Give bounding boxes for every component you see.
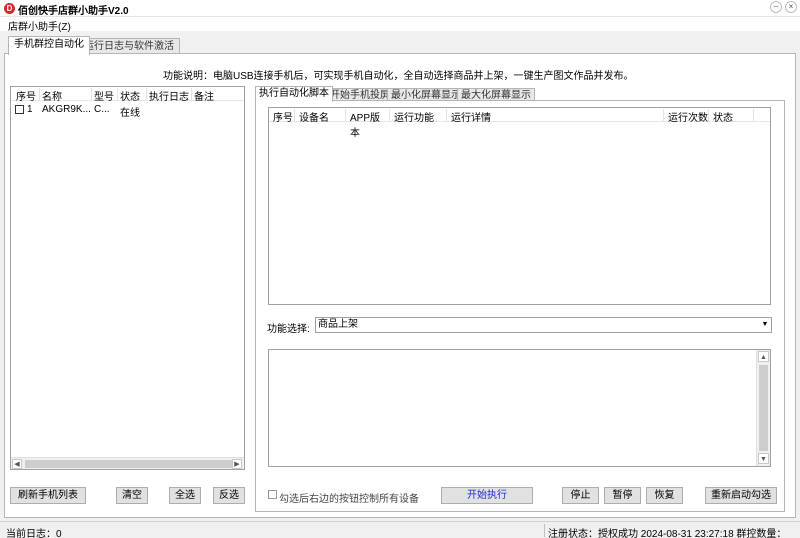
window-title: 佰创快手店群小助手V2.0 [18,6,129,17]
execution-table[interactable]: 序号 设备名 APP版本 运行功能 运行详情 运行次数 状态 [268,107,771,305]
function-select-value: 商品上架 [318,319,358,330]
control-all-checkbox[interactable] [268,490,277,499]
log-textarea[interactable]: ▲ ▼ [268,349,771,467]
start-execution-button[interactable]: 开始执行 [441,487,533,504]
device-row-model: C... [94,104,110,115]
exec-col-run-count[interactable]: 运行次数 [664,109,709,124]
feature-description: 功能说明：电脑USB连接手机后，可实现手机自动化，全自动选择商品并上架，一键生产… [163,71,634,82]
app-logo-icon: D [4,3,15,14]
log-vscrollbar[interactable]: ▲ ▼ [756,350,770,466]
stop-button[interactable]: 停止 [562,487,599,504]
restart-selected-button[interactable]: 重新启动勾选 [705,487,777,504]
column-header-status[interactable]: 状态 [118,88,147,103]
execution-table-header: 序号 设备名 APP版本 运行功能 运行详情 运行次数 状态 [269,108,770,139]
column-header-model[interactable]: 型号 [92,88,118,103]
scroll-up-icon[interactable]: ▲ [758,351,769,362]
menu-item-main[interactable]: 店群小助手(Z) [8,18,71,33]
invert-selection-button[interactable]: 反选 [213,487,245,504]
column-header-index[interactable]: 序号 [14,88,40,103]
device-list-header: 序号 名称 型号 状态 执行日志 备注 [11,87,244,103]
scroll-down-icon[interactable]: ▼ [758,453,769,464]
select-all-button[interactable]: 全选 [169,487,201,504]
registration-status: 注册状态：授权成功 2024-08-31 23:27:18 群控数量：1001台 [548,529,787,538]
exec-col-index[interactable]: 序号 [269,109,295,124]
exec-col-function[interactable]: 运行功能 [390,109,447,124]
device-list-hscrollbar[interactable]: ◀ ▶ [11,457,244,469]
exec-col-status[interactable]: 状态 [709,109,754,124]
status-divider [544,524,545,537]
function-select-label: 功能选择: [267,324,310,335]
close-button[interactable]: × [785,1,797,13]
exec-col-details[interactable]: 运行详情 [447,109,664,124]
scroll-right-icon[interactable]: ▶ [232,459,242,469]
current-log-status: 当前日志：0 [6,529,62,538]
scroll-thumb[interactable] [25,460,232,468]
clear-button[interactable]: 清空 [116,487,148,504]
exec-col-device[interactable]: 设备名 [295,109,346,124]
scroll-left-icon[interactable]: ◀ [12,459,22,469]
device-list[interactable]: 序号 名称 型号 状态 执行日志 备注 1 AKGR9K... C... 在线 … [10,86,245,470]
column-header-name[interactable]: 名称 [40,88,92,103]
dropdown-arrow-icon[interactable]: ▼ [759,318,771,332]
device-row-name: AKGR9K... [42,104,91,115]
menu-bar: 店群小助手(Z) [0,17,800,33]
exec-col-app-version[interactable]: APP版本 [346,109,390,139]
title-bar: D 佰创快手店群小助手V2.0 – × [0,0,800,17]
tab-run-script[interactable]: 执行自动化脚本 [255,86,333,102]
column-header-log[interactable]: 执行日志 [147,88,192,103]
control-all-label: 勾选后右边的按钮控制所有设备 [279,494,419,505]
column-header-note[interactable]: 备注 [192,88,242,103]
resume-button[interactable]: 恢复 [646,487,683,504]
scroll-thumb[interactable] [759,365,768,451]
function-select[interactable]: 商品上架 ▼ [315,317,772,333]
pause-button[interactable]: 暂停 [604,487,641,504]
tab-phone-automation[interactable]: 手机群控自动化 [8,36,90,55]
minimize-button[interactable]: – [770,1,782,13]
device-row-checkbox[interactable] [15,105,24,114]
device-row-index: 1 [27,104,33,115]
refresh-phone-list-button[interactable]: 刷新手机列表 [10,487,86,504]
status-bar: 当前日志：0 注册状态：授权成功 2024-08-31 23:27:18 群控数… [0,521,800,538]
device-row-status: 在线 [120,108,140,119]
